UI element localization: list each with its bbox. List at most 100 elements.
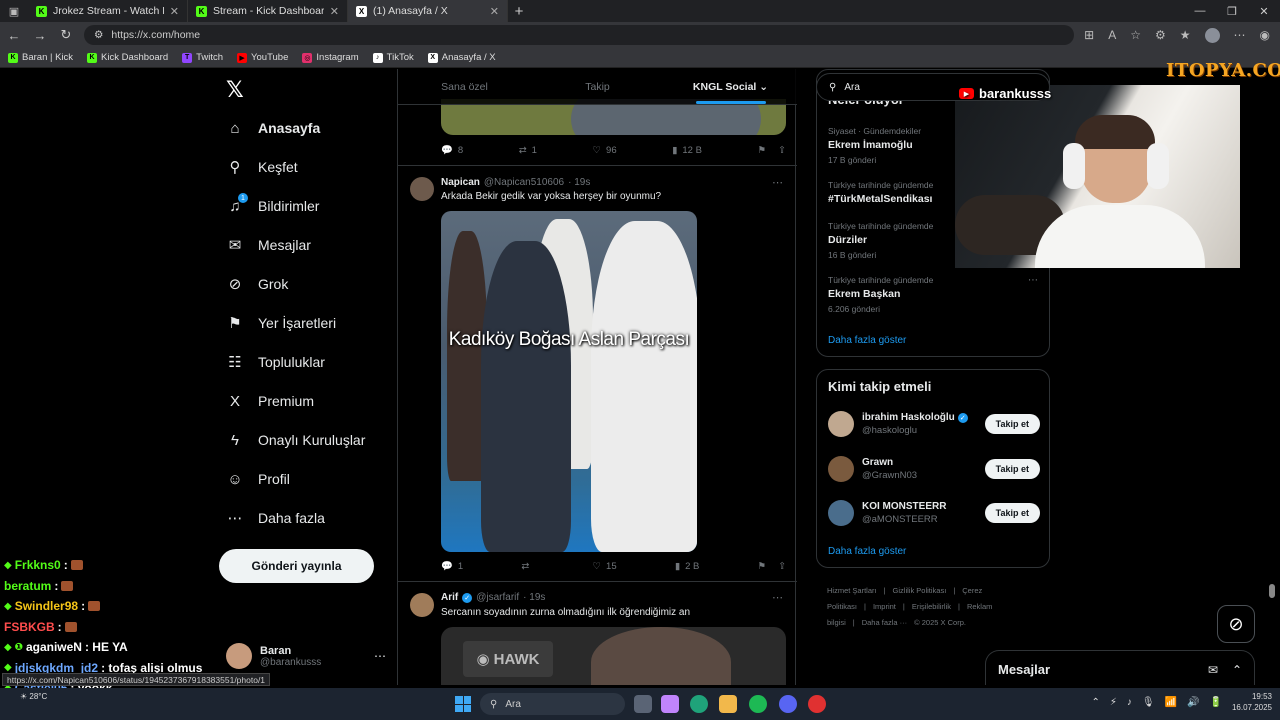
chat-username[interactable]: Swindler98 <box>15 599 78 613</box>
author-name[interactable]: Napican <box>441 177 480 188</box>
follow-button[interactable]: Takip et <box>984 503 1040 523</box>
repost-button[interactable]: ⇄ <box>521 561 534 572</box>
nav-item-communities[interactable]: ☷ Topluluklar <box>226 353 325 371</box>
footer-link[interactable]: Hizmet Şartları <box>827 586 877 595</box>
suggestion-name[interactable]: Grawn <box>862 457 917 468</box>
tab-kick-dashboard[interactable]: K Stream - Kick Dashboard ✕ <box>188 0 348 22</box>
nav-item-bookmark[interactable]: ⚑ Yer İşaretleri <box>226 314 336 332</box>
chat-username[interactable]: FSBKGB <box>4 620 55 634</box>
favorite-star-icon[interactable]: ☆ <box>1130 28 1141 43</box>
bookmark-item[interactable]: ◎ Instagram <box>302 52 359 63</box>
grok-button[interactable]: ⊘ <box>1217 605 1255 643</box>
power-mode-icon[interactable]: ⚡ <box>1110 697 1117 708</box>
favorites-icon[interactable]: ★ <box>1180 28 1191 43</box>
profile-avatar-icon[interactable] <box>1204 27 1220 43</box>
battery-icon[interactable]: 🔋 <box>1210 697 1222 708</box>
avatar[interactable] <box>828 411 854 437</box>
close-tab-icon[interactable]: ✕ <box>330 5 339 18</box>
bookmark-item[interactable]: ♪ TikTok <box>372 52 414 63</box>
footer-link[interactable]: Daha fazla ··· <box>862 618 907 627</box>
more-icon[interactable]: ⋯ <box>772 176 783 189</box>
recording-app-icon[interactable] <box>808 695 826 713</box>
tab-following[interactable]: Takip <box>531 69 664 104</box>
spotify-app-icon[interactable] <box>749 695 767 713</box>
copilot-app-icon[interactable] <box>661 695 679 713</box>
share-button[interactable]: ⇪ <box>778 561 786 572</box>
share-button[interactable]: ⇪ <box>778 145 786 156</box>
bookmark-item[interactable]: X Anasayfa / X <box>427 52 496 63</box>
discord-app-icon[interactable] <box>779 695 797 713</box>
scrollbar-thumb[interactable] <box>1269 584 1275 598</box>
avatar[interactable] <box>410 177 434 201</box>
back-icon[interactable]: ← <box>6 28 22 43</box>
file-explorer-icon[interactable] <box>719 695 737 713</box>
nav-item-home[interactable]: ⌂ Anasayfa <box>226 119 320 137</box>
footer-link[interactable]: © 2025 X Corp. <box>914 618 966 627</box>
trend-item[interactable]: Türkiye tarihinde gündemde Ekrem Başkan 6.… <box>828 275 1038 314</box>
new-tab-button[interactable]: + <box>508 0 530 22</box>
tweet-media[interactable]: ◉ HAWK <box>441 627 786 685</box>
task-view-icon[interactable] <box>634 695 652 713</box>
nav-item-x-premium[interactable]: X Premium <box>226 392 314 410</box>
expand-icon[interactable]: ⌃ <box>1232 663 1242 677</box>
author-handle[interactable]: @Napican510606 <box>484 177 564 188</box>
chat-username[interactable]: Frkkns0 <box>15 558 61 572</box>
reply-button[interactable]: 💬 8 <box>441 145 463 156</box>
show-more-link[interactable]: Daha fazla göster <box>828 335 906 346</box>
close-window-icon[interactable]: ✕ <box>1248 0 1280 22</box>
minimize-icon[interactable]: — <box>1184 0 1216 22</box>
more-icon[interactable]: ⋯ <box>1028 275 1038 286</box>
nav-item-grok[interactable]: ⊘ Grok <box>226 275 289 293</box>
follow-button[interactable]: Takip et <box>984 459 1040 479</box>
copilot-icon[interactable]: ◉ <box>1260 28 1270 43</box>
microphone-icon[interactable]: 🎙 <box>1142 697 1155 708</box>
restore-icon[interactable]: ❐ <box>1216 0 1248 22</box>
apps-icon[interactable]: ⊞ <box>1084 28 1094 43</box>
tweet-video[interactable]: Kadıköy Boğası Aslan Parçası <box>441 211 697 552</box>
page-scrollbar[interactable] <box>1268 69 1276 685</box>
follow-button[interactable]: Takip et <box>984 414 1040 434</box>
tab-jrokez-stream[interactable]: K Jrokez Stream - Watch Live on Kic ✕ <box>28 0 188 22</box>
show-more-link[interactable]: Daha fazla göster <box>828 546 906 557</box>
footer-link[interactable]: Gizlilik Politikası <box>893 586 947 595</box>
more-icon[interactable]: ⋯ <box>772 591 783 604</box>
like-button[interactable]: ♡ 96 <box>593 145 617 156</box>
nav-item-mail[interactable]: ✉ Mesajlar <box>226 236 311 254</box>
tweet-time[interactable]: · 19s <box>568 177 590 188</box>
tab-x-home[interactable]: X (1) Anasayfa / X ✕ <box>348 0 508 22</box>
nav-item-lightning[interactable]: ϟ Onaylı Kuruluşlar <box>226 431 365 449</box>
author-handle[interactable]: @jsarfarif <box>476 592 519 603</box>
avatar[interactable] <box>410 593 434 617</box>
suggestion-name[interactable]: KOI MONSTEERR <box>862 501 946 512</box>
chevron-down-icon[interactable]: ⌄ <box>759 81 768 93</box>
nav-item-more-circle[interactable]: ⋯ Daha fazla <box>226 509 325 527</box>
tab-actions-icon[interactable]: ▣ <box>0 0 28 22</box>
tab-for-you[interactable]: Sana özel <box>398 69 531 104</box>
x-logo-icon[interactable]: 𝕏 <box>226 77 244 103</box>
read-aloud-icon[interactable]: A <box>1108 28 1116 43</box>
edge-app-icon[interactable] <box>690 695 708 713</box>
show-hidden-icon[interactable]: ⌃ <box>1091 697 1099 708</box>
repost-button[interactable]: ⇄ 1 <box>519 145 537 156</box>
close-tab-icon[interactable]: ✕ <box>490 5 499 18</box>
taskbar-search[interactable]: ⚲ Ara <box>480 693 625 715</box>
nav-item-search[interactable]: ⚲ Keşfet <box>226 158 298 176</box>
new-message-icon[interactable]: ✉ <box>1208 663 1218 677</box>
tab-kngl-social[interactable]: KNGL Social ⌄ <box>664 69 797 104</box>
volume-app-icon[interactable]: ♪ <box>1127 697 1132 708</box>
views-button[interactable]: ▮ 2 B <box>675 561 700 572</box>
chat-username[interactable]: aganiweN <box>26 640 82 654</box>
site-info-icon[interactable]: ⚙ <box>94 29 103 41</box>
nav-item-person[interactable]: ☺ Profil <box>226 470 290 488</box>
footer-link[interactable]: Erişilebilirlik <box>912 602 951 611</box>
reload-icon[interactable]: ↻ <box>58 27 74 43</box>
bookmark-item[interactable]: T Twitch <box>182 52 223 63</box>
bookmark-button[interactable]: ⚑ <box>757 145 766 156</box>
more-icon[interactable]: ⋯ <box>374 649 386 663</box>
like-button[interactable]: ♡ 15 <box>593 561 617 572</box>
bookmark-item[interactable]: K Baran | Kick <box>8 52 73 63</box>
bookmark-item[interactable]: K Kick Dashboard <box>87 52 168 63</box>
views-button[interactable]: ▮ 12 B <box>672 145 702 156</box>
avatar[interactable] <box>828 500 854 526</box>
bookmark-item[interactable]: ▶ YouTube <box>237 52 288 63</box>
